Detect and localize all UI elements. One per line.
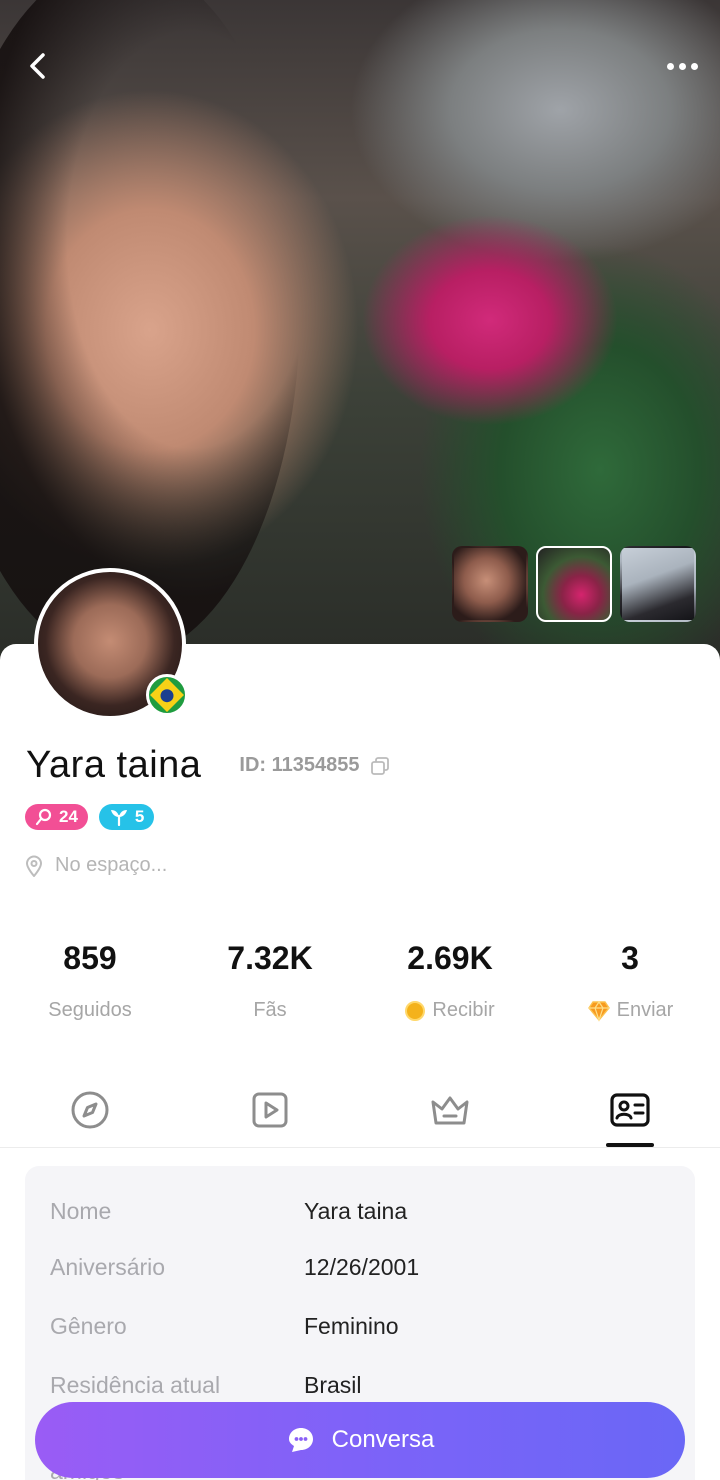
info-value: 12/26/2001: [304, 1254, 420, 1280]
info-row-name: Nome Yara taina: [50, 1198, 407, 1225]
chat-button-label: Conversa: [331, 1426, 435, 1453]
info-key: Nome: [50, 1198, 112, 1224]
name-row: Yara taina ID: 11354855: [26, 744, 390, 787]
stat-label: Seguidos: [48, 999, 132, 1021]
level-badge: 24: [25, 804, 88, 830]
cover-photo[interactable]: [0, 0, 720, 660]
compass-icon: [71, 1091, 109, 1129]
tab-videos[interactable]: [180, 1090, 360, 1147]
badges: 24 5: [25, 804, 155, 830]
stat-fans[interactable]: 7.32K Fãs: [180, 940, 360, 1022]
chat-bubble-icon: [288, 1428, 313, 1452]
level-badge-value: 24: [59, 807, 78, 826]
more-options-button[interactable]: [658, 42, 706, 90]
info-row-residence: Residência atual Brasil: [50, 1372, 362, 1399]
stat-value: 7.32K: [227, 940, 313, 976]
stat-label: Enviar: [540, 999, 720, 1022]
info-key: Gênero: [50, 1313, 127, 1339]
info-value: Feminino: [304, 1313, 399, 1339]
crown-icon: [431, 1096, 469, 1125]
profile-name: Yara taina: [26, 744, 202, 786]
play-icon: [252, 1092, 288, 1128]
tab-vip[interactable]: [360, 1090, 540, 1147]
stat-received[interactable]: 2.69K Recibir: [360, 940, 540, 1022]
stat-value: 3: [621, 940, 639, 976]
location: No espaço...: [25, 854, 167, 877]
info-row-gender: Gênero Feminino: [50, 1313, 399, 1340]
brazil-flag-icon: [146, 674, 188, 716]
location-text: No espaço...: [55, 854, 168, 876]
location-pin-icon: [25, 855, 43, 877]
chat-button[interactable]: Conversa: [35, 1402, 685, 1478]
rank-badge-value: 5: [134, 807, 145, 826]
more-dots-icon: [664, 57, 700, 75]
stat-sent[interactable]: 3 Enviar: [540, 940, 720, 1022]
photo-thumbnail-selected[interactable]: [536, 546, 612, 622]
sprout-icon: [110, 810, 127, 826]
avatar-container: [34, 568, 188, 720]
photo-thumbnails: [452, 546, 696, 622]
chevron-left-icon: [30, 53, 45, 79]
stat-value: 2.69K: [407, 940, 493, 976]
info-key: Residência atual: [50, 1372, 221, 1398]
stat-value: 859: [63, 940, 117, 976]
profile-page: Yara taina ID: 11354855 24 5 No espaço..…: [0, 0, 720, 1480]
info-row-birthday: Aniversário 12/26/2001: [50, 1254, 419, 1281]
stats-row: 859 Seguidos 7.32K Fãs 2.69K Recibir 3 E…: [0, 940, 720, 1022]
rank-badge: 5: [98, 804, 155, 830]
user-id-label: ID: 11354855: [239, 754, 360, 776]
stat-following[interactable]: 859 Seguidos: [0, 940, 180, 1022]
stat-label: Recibir: [360, 999, 540, 1022]
info-key: Aniversário: [50, 1254, 166, 1280]
copy-icon[interactable]: [370, 756, 390, 776]
user-id: ID: 11354855: [239, 754, 389, 777]
diamond-icon: [587, 1000, 610, 1022]
info-value: Yara taina: [304, 1198, 408, 1224]
info-value: Brasil: [304, 1372, 362, 1398]
medal-icon: [35, 808, 52, 826]
profile-tabs: [0, 1090, 720, 1148]
id-card-icon: [610, 1093, 650, 1127]
tab-moments[interactable]: [0, 1090, 180, 1147]
back-button[interactable]: [14, 42, 62, 90]
tab-info[interactable]: [540, 1090, 720, 1147]
stat-label: Fãs: [253, 999, 287, 1021]
coin-icon: [405, 1000, 426, 1021]
photo-thumbnail[interactable]: [452, 546, 528, 622]
cover-photo-shade: [0, 0, 300, 660]
photo-thumbnail[interactable]: [620, 546, 696, 622]
